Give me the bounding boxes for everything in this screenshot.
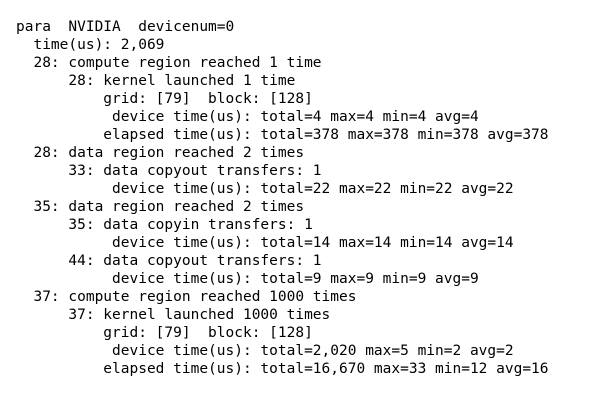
- profile-header-line: para NVIDIA devicenum=0: [16, 19, 235, 35]
- device-time-line: device time(us): total=9 max=9 min=9 avg…: [16, 271, 479, 287]
- compute-region-line: 37: compute region reached 1000 times: [16, 289, 357, 305]
- data-region-line: 28: data region reached 2 times: [16, 145, 305, 161]
- kernel-launch-line: 37: kernel launched 1000 times: [16, 307, 331, 323]
- copyout-transfers-line: 44: data copyout transfers: 1: [16, 253, 322, 269]
- profiler-output: para NVIDIA devicenum=0 time(us): 2,069 …: [16, 18, 596, 378]
- elapsed-time-line: elapsed time(us): total=16,670 max=33 mi…: [16, 361, 549, 377]
- data-region-line: 35: data region reached 2 times: [16, 199, 305, 215]
- copyin-transfers-line: 35: data copyin transfers: 1: [16, 217, 313, 233]
- device-time-line: device time(us): total=4 max=4 min=4 avg…: [16, 109, 479, 125]
- copyout-transfers-line: 33: data copyout transfers: 1: [16, 163, 322, 179]
- total-time-line: time(us): 2,069: [16, 37, 165, 53]
- elapsed-time-line: elapsed time(us): total=378 max=378 min=…: [16, 127, 549, 143]
- device-time-line: device time(us): total=2,020 max=5 min=2…: [16, 343, 514, 359]
- device-time-line: device time(us): total=14 max=14 min=14 …: [16, 235, 514, 251]
- grid-block-line: grid: [79] block: [128]: [16, 91, 313, 107]
- grid-block-line: grid: [79] block: [128]: [16, 325, 313, 341]
- device-time-line: device time(us): total=22 max=22 min=22 …: [16, 181, 514, 197]
- kernel-launch-line: 28: kernel launched 1 time: [16, 73, 296, 89]
- compute-region-line: 28: compute region reached 1 time: [16, 55, 322, 71]
